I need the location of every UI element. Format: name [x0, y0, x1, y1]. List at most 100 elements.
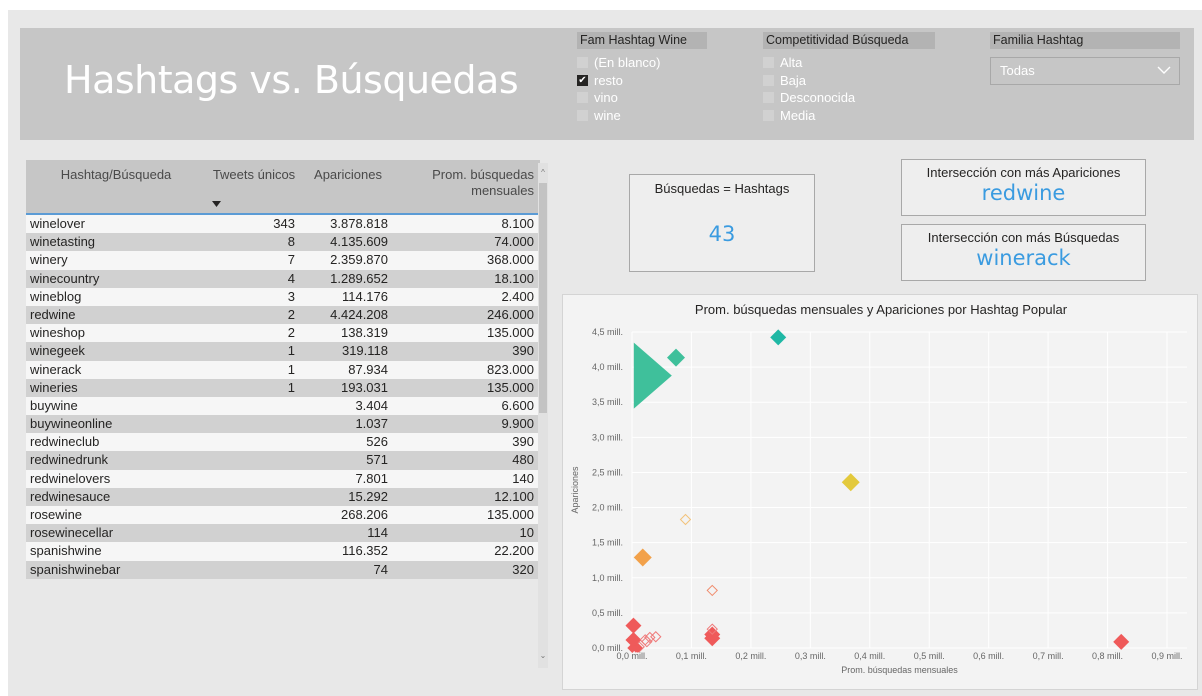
data-point — [1113, 633, 1130, 650]
cell-apariciones: 571 — [366, 452, 388, 468]
y-tick-label: 4,5 mill. — [592, 327, 623, 337]
col-header-busquedas[interactable]: Prom. búsquedas mensuales — [394, 160, 540, 213]
fam-wine-item-label: wine — [594, 107, 621, 123]
competitividad-item[interactable]: Baja — [763, 72, 935, 90]
cell-tweets — [206, 451, 302, 469]
table-row[interactable]: winerack 1 87.934 823.000 — [26, 360, 540, 379]
data-point — [679, 513, 692, 526]
table-row[interactable]: winelover 343 3.878.818 8.100 — [26, 215, 540, 234]
cell-hashtag: winelover — [30, 216, 85, 231]
col-header-apariciones[interactable]: Apariciones — [302, 160, 394, 213]
table-row[interactable]: redwinedrunk 571 480 — [26, 451, 540, 470]
checkbox-icon[interactable] — [577, 109, 588, 121]
competitividad-item-label: Baja — [780, 72, 807, 88]
fam-wine-item[interactable]: vino — [577, 89, 707, 107]
cell-busquedas: 135.000 — [487, 325, 534, 341]
scroll-up-icon[interactable]: ^ — [538, 167, 548, 179]
fam-wine-item-label: vino — [594, 90, 618, 106]
checkbox-icon[interactable] — [763, 74, 774, 86]
table-row[interactable]: redwinelovers 7.801 140 — [26, 469, 540, 488]
table-row[interactable]: rosewine 268.206 135.000 — [26, 506, 540, 525]
card-busquedas-hashtags: Búsquedas = Hashtags 43 — [629, 174, 815, 272]
competitividad-item[interactable]: Media — [763, 107, 935, 125]
col-header-tweets[interactable]: Tweets únicos — [206, 160, 302, 213]
cell-apariciones: 4.424.208 — [330, 306, 388, 322]
card-value: 43 — [708, 222, 736, 246]
cell-tweets — [206, 506, 302, 524]
data-point — [639, 634, 651, 646]
familia-dropdown[interactable]: Todas — [990, 57, 1180, 85]
table-row[interactable]: spanishwinebar 74 320 — [26, 560, 540, 579]
table-row[interactable]: winetasting 8 4.135.609 74.000 — [26, 233, 540, 252]
table-row[interactable]: spanishwine 116.352 22.200 — [26, 542, 540, 561]
checkbox-icon[interactable] — [577, 92, 588, 104]
checkbox-icon[interactable] — [577, 57, 588, 69]
table-row[interactable]: wineshop 2 138.319 135.000 — [26, 324, 540, 343]
slicer-title: Fam Hashtag Wine — [577, 32, 707, 49]
card-label: Intersección con más Búsquedas — [927, 230, 1120, 245]
table-row[interactable]: redwine 2 4.424.208 246.000 — [26, 305, 540, 325]
cell-busquedas: 480 — [512, 452, 534, 468]
x-tick-label: 0,5 mill. — [914, 651, 945, 661]
checkbox-icon[interactable] — [763, 92, 774, 104]
scroll-thumb[interactable] — [539, 183, 547, 413]
data-point — [625, 617, 642, 634]
cell-apariciones: 3.878.818 — [330, 216, 388, 231]
competitividad-item-label: Alta — [780, 55, 803, 71]
cell-busquedas: 390 — [512, 434, 534, 450]
cell-tweets — [206, 470, 302, 488]
y-tick-label: 1,0 mill. — [592, 573, 623, 583]
competitividad-item[interactable]: Desconocida — [763, 89, 935, 107]
dropdown-value: Todas — [1000, 63, 1035, 78]
page-title: Hashtags vs. Búsquedas — [64, 58, 519, 102]
table-row[interactable]: buywineonline 1.037 9.900 — [26, 415, 540, 434]
cell-hashtag: buywine — [30, 397, 78, 413]
cell-tweets: 7 — [287, 252, 295, 268]
cell-hashtag: winegeek — [30, 343, 85, 359]
cell-busquedas: 823.000 — [487, 361, 534, 377]
table-scrollbar[interactable]: ^ ⌄ — [538, 163, 548, 668]
cell-busquedas: 12.100 — [494, 488, 534, 504]
fam-wine-item[interactable]: (En blanco) — [577, 54, 707, 72]
data-point — [841, 473, 860, 492]
data-point — [706, 584, 718, 597]
slicer-title: Familia Hashtag — [990, 32, 1180, 49]
card-top-busquedas: Intersección con más Búsquedas winerack — [901, 224, 1146, 281]
slicer-title: Competitividad Búsqueda — [763, 32, 935, 49]
y-tick-label: 2,0 mill. — [592, 503, 623, 513]
cell-apariciones: 193.031 — [341, 379, 388, 395]
cell-busquedas: 74.000 — [494, 234, 534, 250]
table-row[interactable]: buywine 3.404 6.600 — [26, 396, 540, 416]
table-row[interactable]: wineblog 3 114.176 2.400 — [26, 287, 540, 306]
chevron-down-icon — [1157, 66, 1171, 74]
table-row[interactable]: winery 7 2.359.870 368.000 — [26, 251, 540, 270]
cell-apariciones: 526 — [366, 434, 388, 450]
y-tick-label: 1,5 mill. — [592, 538, 623, 548]
checkbox-icon[interactable] — [763, 57, 774, 69]
col-header-tweets-label: Tweets únicos — [212, 167, 296, 182]
cell-hashtag: redwinedrunk — [30, 452, 109, 468]
cell-apariciones: 268.206 — [341, 507, 388, 522]
cell-tweets — [206, 488, 302, 506]
competitividad-item-label: Media — [780, 107, 816, 123]
table-row[interactable]: winegeek 1 319.118 390 — [26, 342, 540, 361]
table-row[interactable]: winecountry 4 1.289.652 18.100 — [26, 269, 540, 288]
table-row[interactable]: rosewinecellar 114 10 — [26, 524, 540, 543]
competitividad-item[interactable]: Alta — [763, 54, 935, 72]
y-tick-label: 4,0 mill. — [592, 362, 623, 372]
col-header-hashtag[interactable]: Hashtag/Búsqueda — [26, 160, 206, 213]
cell-apariciones: 2.359.870 — [330, 252, 388, 268]
cell-apariciones: 15.292 — [348, 488, 388, 504]
cell-hashtag: wineries — [30, 379, 78, 395]
cell-apariciones: 3.404 — [355, 397, 388, 413]
fam-wine-item[interactable]: wine — [577, 107, 707, 125]
table-row[interactable]: wineries 1 193.031 135.000 — [26, 378, 540, 397]
scroll-down-icon[interactable]: ⌄ — [538, 650, 548, 662]
checkbox-checked-icon[interactable]: ✔ — [577, 74, 588, 86]
table-row[interactable]: redwinesauce 15.292 12.100 — [26, 487, 540, 506]
y-axis-label: Apariciones — [570, 466, 580, 514]
checkbox-icon[interactable] — [763, 109, 774, 121]
table-row[interactable]: redwineclub 526 390 — [26, 433, 540, 452]
fam-wine-item[interactable]: ✔ resto — [577, 72, 707, 90]
cell-busquedas: 140 — [512, 470, 534, 486]
